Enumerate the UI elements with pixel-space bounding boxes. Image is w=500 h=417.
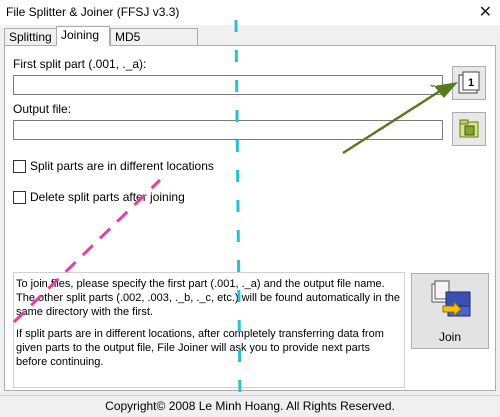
instructions-paragraph-1: To join files, please specify the first … [16, 278, 400, 318]
chevron-down-icon[interactable]: ⌄ [425, 77, 440, 93]
output-file-input[interactable] [13, 120, 443, 140]
different-locations-checkbox[interactable] [13, 160, 26, 173]
close-icon[interactable]: ✕ [479, 2, 492, 22]
open-file-icon: 1 [458, 71, 480, 94]
instructions-box: To join files, please specify the first … [13, 272, 405, 388]
first-part-label: First split part (.001, ._a): [13, 57, 147, 71]
status-bar: Copyright© 2008 Le Minh Hoang. All Right… [0, 395, 500, 417]
tab-md5-checksum[interactable]: MD5 Checksum [110, 28, 198, 61]
first-part-combobox[interactable]: ⌄ [13, 75, 443, 95]
joining-panel: First split part (.001, ._a): ⌄ 1 Output… [4, 45, 496, 391]
tab-splitting[interactable]: Splitting [4, 28, 57, 45]
output-file-label: Output file: [13, 102, 72, 116]
tab-joining[interactable]: Joining [56, 26, 110, 46]
copyright-text: Copyright© 2008 Le Minh Hoang. All Right… [105, 399, 395, 413]
join-button-label: Join [438, 330, 461, 344]
delete-after-joining-label: Delete split parts after joining [30, 190, 185, 204]
instructions-paragraph-2: If split parts are in different location… [16, 328, 384, 368]
browse-output-button[interactable] [452, 112, 486, 146]
join-books-icon [431, 280, 471, 318]
title-bar: File Splitter & Joiner (FFSJ v3.3) ✕ [0, 0, 500, 25]
window-title: File Splitter & Joiner (FFSJ v3.3) [6, 5, 180, 19]
browse-first-part-button[interactable]: 1 [452, 66, 486, 100]
join-button[interactable]: Join [411, 273, 489, 349]
delete-after-joining-checkbox[interactable] [13, 191, 26, 204]
svg-text:1: 1 [468, 77, 474, 89]
different-locations-label: Split parts are in different locations [30, 159, 214, 173]
folder-icon [459, 119, 479, 138]
